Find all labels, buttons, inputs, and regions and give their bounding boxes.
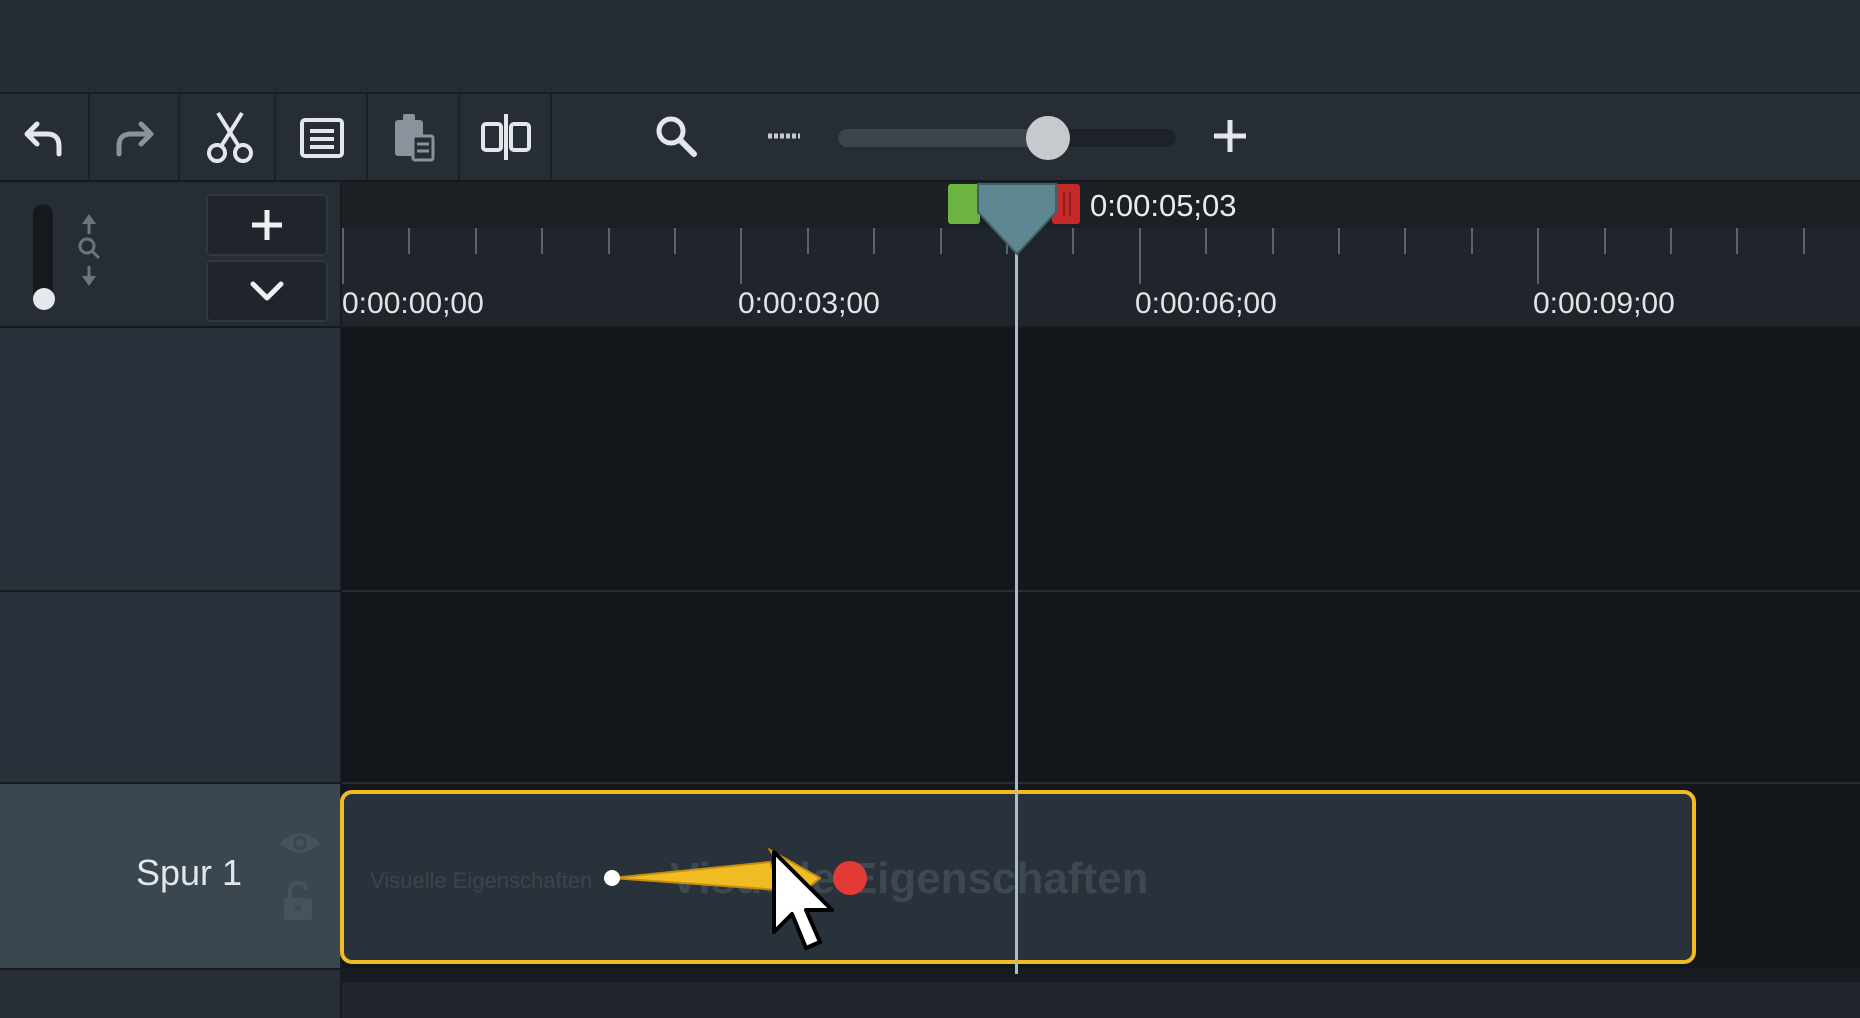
zoom-in-button[interactable] [1210, 116, 1250, 161]
copy-icon [300, 118, 344, 158]
cut-icon [207, 111, 253, 163]
clip-title-small: Visuelle Eigenschaften [370, 868, 593, 893]
ruler-tick [1470, 228, 1473, 254]
ruler-tick [1603, 228, 1606, 254]
copy-button[interactable] [278, 94, 368, 180]
ruler-tick [1670, 228, 1672, 254]
ruler-tick [1404, 228, 1407, 254]
ruler-tick [541, 228, 544, 254]
paste-button[interactable] [370, 94, 460, 180]
track-lane-1[interactable] [342, 328, 1860, 592]
ruler-tick [1537, 228, 1540, 284]
ruler-tick [939, 228, 942, 254]
add-track-button[interactable] [206, 194, 328, 256]
ruler-tick [342, 228, 344, 284]
undo-icon [24, 121, 62, 157]
eye-icon [280, 833, 320, 853]
top-bar [0, 0, 1860, 94]
zoom-out-button[interactable] [764, 124, 804, 153]
zoom-slider[interactable] [838, 116, 1176, 160]
chevron-down-icon [250, 281, 284, 301]
zoom-fit-button[interactable] [652, 112, 700, 165]
playhead-handle[interactable] [946, 182, 1086, 258]
ruler-tick [474, 228, 477, 254]
track-height-slider-handle[interactable] [33, 288, 55, 310]
track-lock-toggle[interactable] [282, 880, 314, 927]
ruler-tick [873, 228, 876, 254]
animation-arrow[interactable] [600, 840, 890, 960]
zoom-slider-handle[interactable] [1025, 116, 1070, 160]
ruler-tick [1205, 228, 1208, 254]
mouse-cursor-icon [772, 850, 834, 950]
track-name[interactable]: Spur 1 [136, 852, 242, 894]
ruler-tick [1802, 228, 1805, 254]
playhead-time: 0:00:05;03 [1090, 188, 1237, 223]
timeline-footer [342, 982, 1860, 1018]
redo-button[interactable] [90, 94, 180, 180]
track-visibility-toggle[interactable] [278, 828, 322, 863]
ruler-label-1: 0:00:03;00 [738, 287, 880, 320]
track-options-button[interactable] [206, 260, 328, 322]
track-height-icon [74, 212, 104, 297]
track-lane-2[interactable] [342, 592, 1860, 784]
plus-icon [252, 210, 282, 240]
track-header-footer [0, 970, 340, 1018]
redo-icon [116, 121, 154, 157]
split-button[interactable] [462, 94, 552, 180]
minus-icon [768, 133, 800, 139]
ruler-tick [740, 228, 743, 284]
ruler-tick [1138, 228, 1141, 284]
zoom-slider-fill [838, 129, 1048, 147]
ruler-tick [607, 228, 610, 254]
split-icon [481, 114, 531, 160]
search-icon [656, 116, 697, 157]
ruler-tick [408, 228, 411, 254]
animation-start-point[interactable] [604, 870, 620, 886]
media-clip[interactable]: Visuelle Eigenschaften Visuelle Eigensch… [340, 790, 1696, 964]
ruler-label-3: 0:00:09;00 [1533, 287, 1675, 320]
track-header-empty-1 [0, 328, 340, 592]
ruler-tick [1271, 228, 1274, 254]
paste-icon [395, 114, 435, 162]
ruler-label-0: 0:00:00;00 [342, 287, 484, 320]
ruler-tick [806, 228, 809, 254]
plus-icon [1214, 120, 1246, 152]
in-marker[interactable] [948, 184, 980, 224]
ruler-tick [674, 228, 676, 254]
ruler-tick [1338, 228, 1340, 254]
cut-button[interactable] [186, 94, 276, 180]
undo-button[interactable] [0, 94, 90, 180]
track-header-empty-2 [0, 592, 340, 784]
ruler-tick [1736, 228, 1739, 254]
ruler-label-2: 0:00:06;00 [1135, 287, 1277, 320]
playhead-line [1015, 210, 1018, 974]
lock-open-icon [284, 880, 312, 920]
